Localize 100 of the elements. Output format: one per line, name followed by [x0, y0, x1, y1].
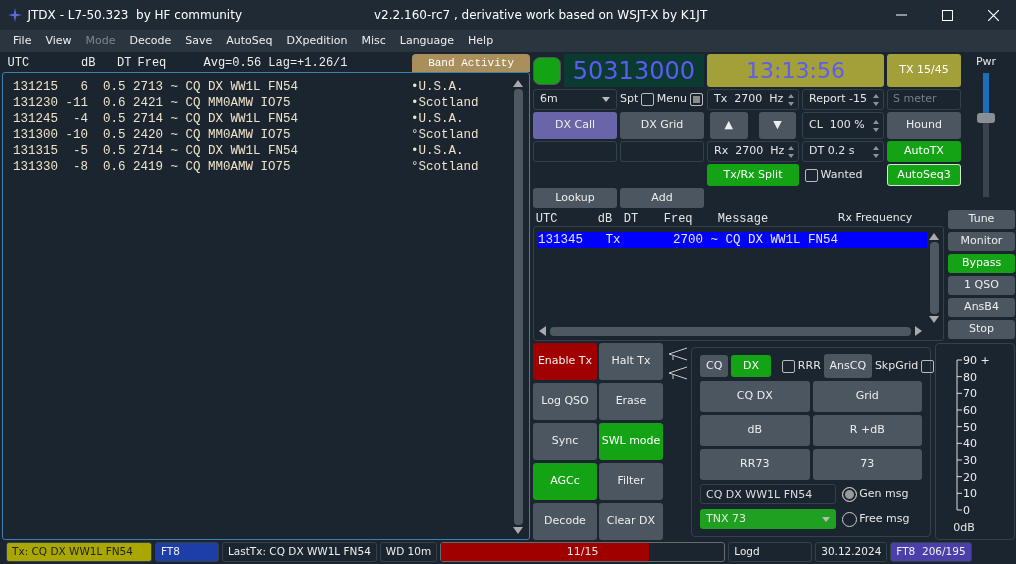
- message-button[interactable]: RR73: [700, 449, 810, 480]
- menu-item[interactable]: AutoSeq: [219, 32, 280, 50]
- menu-item[interactable]: Help: [461, 32, 501, 50]
- control-button[interactable]: Filter: [599, 463, 663, 500]
- control-button[interactable]: Clear DX: [599, 503, 663, 540]
- radio-label: Gen msg: [859, 485, 909, 502]
- control-button[interactable]: Erase: [599, 383, 663, 420]
- control-button[interactable]: Enable Tx: [533, 343, 597, 380]
- decode-text: 131245 -4 0.5 2714 ~ CQ DX WW1L FN54: [13, 111, 300, 127]
- scale-label: 80: [963, 370, 977, 384]
- power-slider-thumb[interactable]: [977, 112, 995, 123]
- menu-item[interactable]: Decode: [122, 32, 179, 50]
- scrollbar-thumb[interactable]: [929, 242, 939, 314]
- control-button[interactable]: Decode: [533, 503, 597, 540]
- radio-button[interactable]: [841, 486, 857, 502]
- message-button[interactable]: CQ DX: [700, 381, 810, 412]
- s-meter-field[interactable]: S meter: [887, 89, 961, 110]
- scale-label: 20: [963, 470, 977, 484]
- ans-cq-button[interactable]: AnsCQ: [823, 354, 873, 378]
- decode-text: 131315 -5 0.5 2714 ~ CQ DX WW1L FN54: [13, 143, 300, 159]
- column-header: Message: [717, 211, 770, 226]
- status-field: FT8: [155, 542, 219, 562]
- checkbox-label: Wanted: [820, 166, 863, 183]
- tab-arrow-icon[interactable]: [667, 345, 687, 362]
- scroll-down-icon[interactable]: [929, 316, 939, 324]
- checkbox[interactable]: [689, 93, 703, 106]
- scale-label: 40: [963, 437, 977, 451]
- window-subtitle: v2.2.160-rc7 , derivative work based on WSJT-X by K1JT: [374, 7, 708, 24]
- add-button[interactable]: Add: [620, 188, 704, 208]
- status-field: Logd: [728, 542, 813, 562]
- checkbox[interactable]: [804, 168, 818, 182]
- column-header: Rx Frequency: [837, 210, 913, 226]
- message-button[interactable]: dB: [700, 415, 810, 446]
- status-field: Tx: CQ DX WW1L FN54: [6, 542, 152, 562]
- checkbox[interactable]: [641, 93, 655, 106]
- checkbox[interactable]: [782, 359, 796, 373]
- column-header: UTC: [7, 55, 31, 72]
- menu-item[interactable]: File: [6, 32, 39, 50]
- status-field: WD 10m: [379, 542, 438, 562]
- column-header: dB: [597, 211, 614, 226]
- dx-grid-field[interactable]: [620, 141, 704, 162]
- dx-call-button[interactable]: DX Call: [533, 112, 617, 139]
- menu-item[interactable]: Language: [392, 32, 462, 50]
- country-text: •U.S.A.: [411, 79, 464, 95]
- dx-grid-button[interactable]: DX Grid: [620, 112, 704, 139]
- tab-arrow-icon[interactable]: [667, 364, 687, 381]
- scrollbar-thumb[interactable]: [550, 326, 911, 336]
- checkbox-label: Spt: [620, 91, 639, 108]
- scale-label: 60: [963, 404, 977, 417]
- scroll-down-icon[interactable]: [513, 527, 523, 535]
- checkbox-label: RRR: [797, 357, 821, 374]
- band-dropdown[interactable]: 6m: [533, 89, 617, 110]
- control-button[interactable]: Halt Tx: [599, 343, 663, 380]
- column-header: dB: [80, 55, 96, 72]
- checkbox[interactable]: [921, 359, 935, 373]
- up-button[interactable]: ▲: [709, 112, 748, 139]
- message-button[interactable]: 73: [812, 449, 922, 480]
- side-button[interactable]: Tune: [948, 210, 1015, 229]
- side-button[interactable]: Monitor: [948, 232, 1015, 251]
- lookup-button[interactable]: Lookup: [533, 188, 617, 208]
- close-icon[interactable]: [987, 9, 999, 21]
- decode-text: 131300 -10 0.5 2420 ~ CQ MM0AMW IO75: [13, 127, 292, 143]
- window-title: JTDX - L7-50.323 by HF community: [27, 7, 242, 24]
- power-label: Pwr: [975, 54, 997, 70]
- scroll-right-icon[interactable]: [915, 326, 923, 336]
- menu-item[interactable]: Save: [178, 32, 220, 50]
- scale-label: 10: [963, 487, 977, 501]
- spin-arrows-icon[interactable]: [872, 118, 880, 133]
- message-button[interactable]: Grid: [812, 381, 922, 412]
- caret-icon: [602, 97, 610, 102]
- menu-item[interactable]: View: [38, 32, 79, 50]
- scale-label: 50: [963, 420, 977, 434]
- minimize-icon[interactable]: [895, 14, 907, 16]
- tx-period-label: TX 15/45: [887, 54, 961, 87]
- scroll-left-icon[interactable]: [538, 326, 546, 336]
- hound-button[interactable]: Hound: [887, 112, 961, 139]
- checkbox-label: Menu: [656, 91, 687, 108]
- column-header: UTC: [535, 211, 559, 226]
- dx-call-field[interactable]: [533, 141, 617, 162]
- maximize-icon[interactable]: [941, 9, 953, 21]
- control-button[interactable]: Sync: [533, 423, 597, 460]
- country-text: •U.S.A.: [411, 111, 464, 127]
- scale-label: 70: [963, 387, 977, 401]
- menu-item[interactable]: Misc: [354, 32, 393, 50]
- scroll-up-icon[interactable]: [929, 232, 939, 240]
- message-field[interactable]: CQ DX WW1L FN54: [700, 484, 836, 504]
- message-row[interactable]: 131345 Tx 2700 ~ CQ DX WW1L FN54: [538, 232, 927, 248]
- radio-label: Free msg: [859, 510, 910, 527]
- progress-text: 11/15: [565, 543, 600, 560]
- scroll-up-icon[interactable]: [513, 79, 523, 87]
- decode-text: 131215 6 0.5 2713 ~ CQ DX WW1L FN54: [13, 79, 300, 95]
- message-toggle-button[interactable]: CQ: [700, 355, 729, 377]
- side-button[interactable]: 1 QSO: [948, 276, 1015, 295]
- control-button[interactable]: Log QSO: [533, 383, 597, 420]
- message-button[interactable]: R +dB: [812, 415, 922, 446]
- scrollbar-thumb[interactable]: [513, 89, 523, 525]
- side-button[interactable]: Stop: [948, 320, 1015, 339]
- side-button[interactable]: AnsB4: [948, 298, 1015, 317]
- menu-item[interactable]: DXpedition: [279, 32, 355, 50]
- down-button[interactable]: ▼: [758, 112, 797, 139]
